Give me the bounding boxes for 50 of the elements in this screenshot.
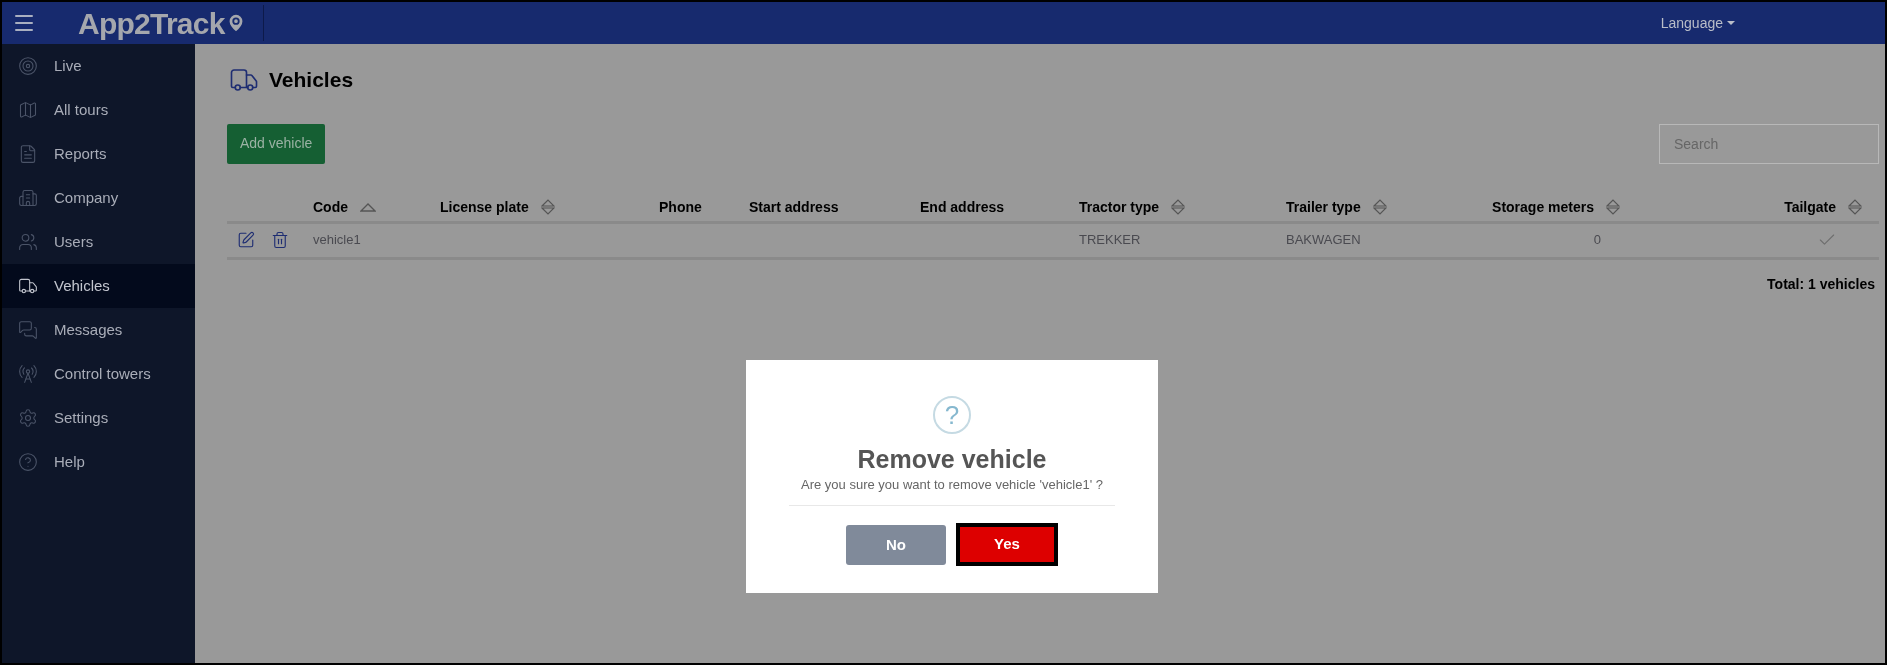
sort-ascending-icon[interactable]: [360, 202, 376, 212]
truck-icon: [18, 276, 38, 296]
column-header: Code: [313, 197, 348, 217]
column-header: Trailer type: [1286, 197, 1361, 217]
sidebar-item[interactable]: Company: [2, 176, 195, 220]
map-icon: [18, 100, 38, 120]
sort-icon[interactable]: [1606, 199, 1620, 215]
document-icon: [18, 144, 38, 164]
language-menu[interactable]: Language: [1660, 12, 1735, 34]
sort-icon[interactable]: [1372, 199, 1387, 215]
column-header: License plate: [440, 197, 529, 217]
settings-icon: [18, 408, 38, 428]
sidebar-item[interactable]: Vehicles: [2, 264, 195, 308]
tower-icon: [18, 364, 38, 384]
column-header: Storage meters: [1492, 197, 1594, 217]
sidebar-item[interactable]: Messages: [2, 308, 195, 352]
sidebar-item[interactable]: Live: [2, 44, 195, 88]
table-cell: BAKWAGEN: [1286, 232, 1361, 248]
help-icon: [18, 452, 38, 472]
column-header: Phone: [659, 197, 702, 217]
edit-icon[interactable]: [237, 231, 255, 249]
question-icon: ?: [933, 396, 971, 434]
table-cell-text: 0: [1593, 231, 1601, 250]
column-header: Tailgate: [1784, 197, 1836, 217]
table-cell: vehicle1: [313, 232, 361, 248]
chat-icon: [18, 320, 38, 340]
sidebar-item[interactable]: Users: [2, 220, 195, 264]
sidebar-item[interactable]: Control towers: [2, 352, 195, 396]
column-header: Tractor type: [1079, 197, 1160, 217]
dialog-title: Remove vehicle: [857, 444, 1047, 475]
building-icon: [18, 188, 38, 208]
table-cell: TREKKER: [1079, 232, 1141, 248]
sort-icon[interactable]: [1848, 199, 1862, 215]
caret-icon: [1727, 21, 1735, 25]
sort-icon[interactable]: [1171, 199, 1186, 215]
page-title: Vehicles: [269, 67, 354, 93]
logo[interactable]: App2Track: [78, 2, 247, 46]
column-header: End address: [920, 197, 1005, 217]
target-icon: [18, 56, 38, 76]
trash-icon[interactable]: [271, 231, 289, 249]
users-icon: [18, 232, 38, 252]
column-header: Start address: [749, 197, 839, 217]
yes-button[interactable]: Yes: [956, 522, 1058, 566]
sidebar-item[interactable]: Reports: [2, 132, 195, 176]
total-count: Total: 1 vehicles: [1767, 274, 1875, 294]
sidebar-item[interactable]: All tours: [2, 88, 195, 132]
dialog-message: Are you sure you want to remove vehicle 'vehicle1' ?: [801, 476, 1103, 495]
sidebar-item[interactable]: Help: [2, 440, 195, 484]
sort-icon[interactable]: [540, 199, 555, 215]
sidebar-item[interactable]: Settings: [2, 396, 195, 440]
